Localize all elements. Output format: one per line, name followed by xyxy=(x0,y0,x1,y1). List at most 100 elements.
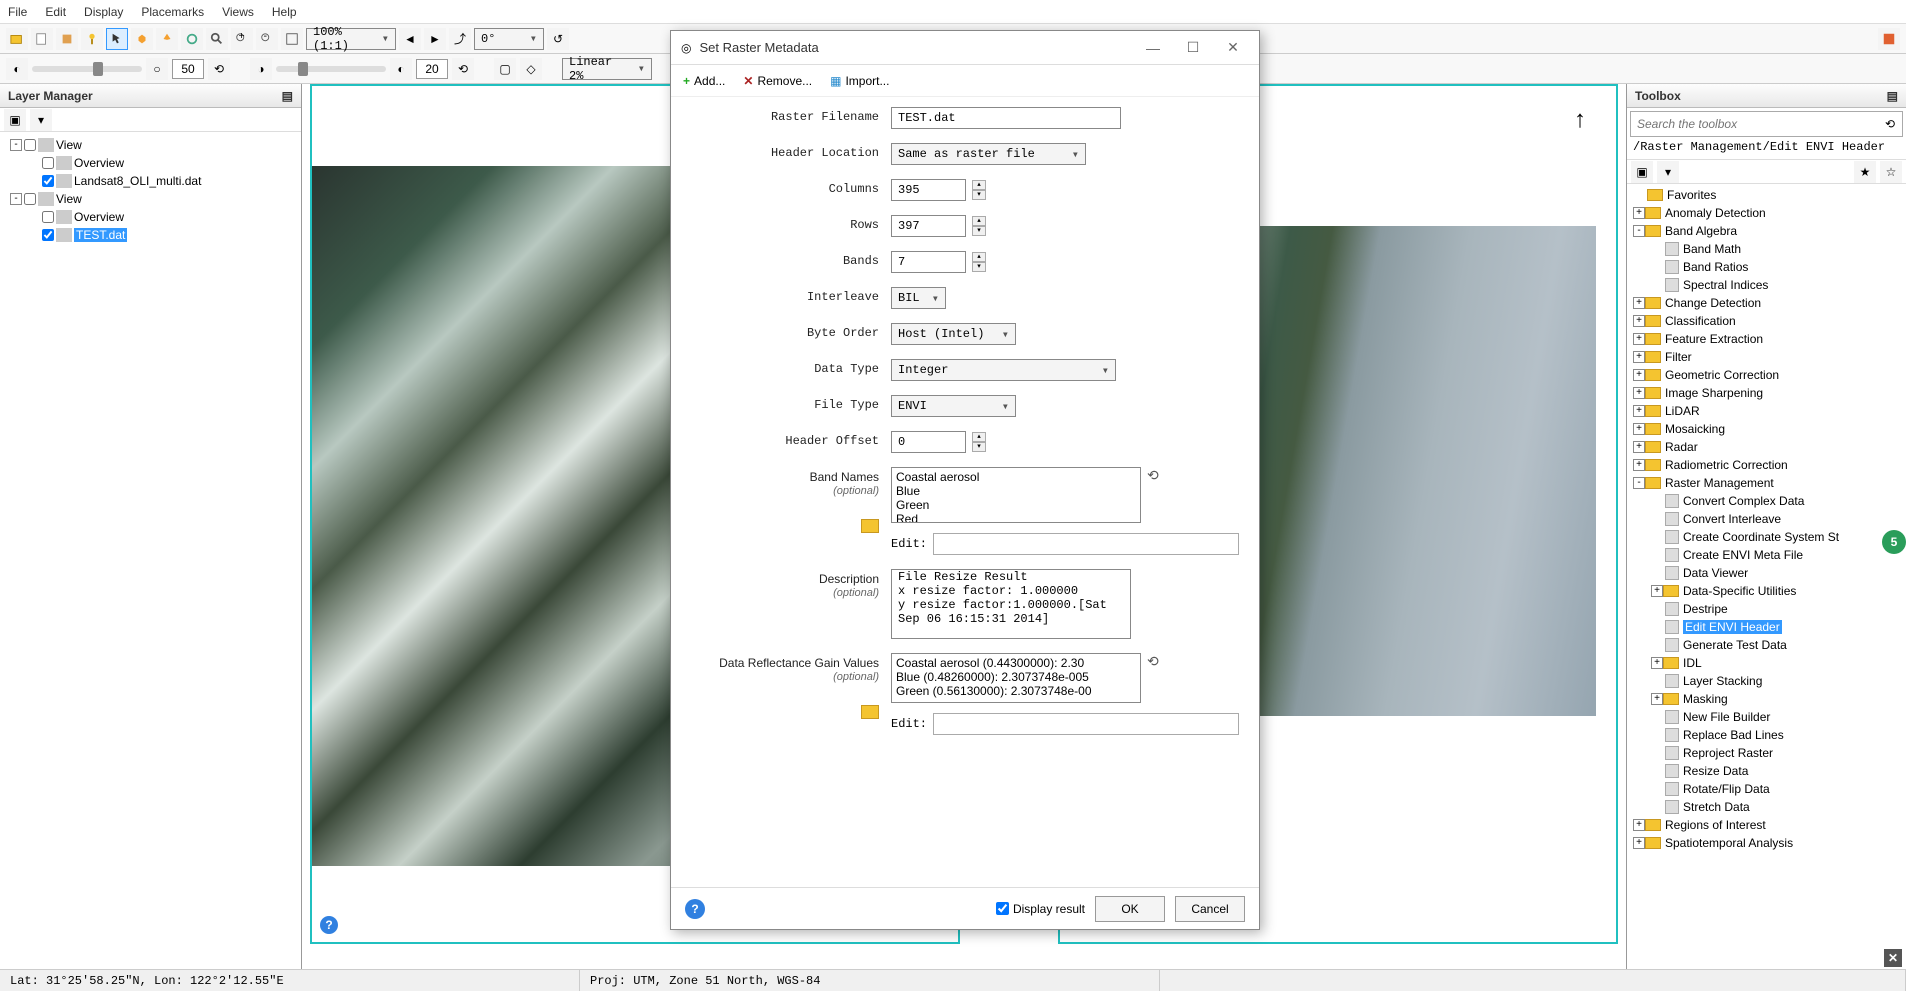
corner-close-icon[interactable]: ✕ xyxy=(1884,949,1902,967)
rows-spinner[interactable]: ▴▾ xyxy=(972,216,986,236)
toolbox-item[interactable]: Resize Data xyxy=(1629,762,1904,780)
zoom-select[interactable]: 100% (1:1) xyxy=(306,28,396,50)
extent-icon[interactable]: ▢ xyxy=(494,58,516,80)
band-names-list[interactable]: Coastal aerosolBlueGreenRed xyxy=(891,467,1141,523)
tree-row[interactable]: Landsat8_OLI_multi.dat xyxy=(4,172,297,190)
header-offset-spinner[interactable]: ▴▾ xyxy=(972,432,986,452)
toolbox-item[interactable]: +LiDAR xyxy=(1629,402,1904,420)
header-offset-input[interactable] xyxy=(891,431,966,453)
help-icon[interactable]: ? xyxy=(320,916,338,934)
contrast-value[interactable] xyxy=(416,59,448,79)
menu-placemarks[interactable]: Placemarks xyxy=(141,5,204,19)
search-go-icon[interactable]: ⟲ xyxy=(1878,112,1902,136)
band-names-open-icon[interactable] xyxy=(861,519,879,533)
zoom-extent-icon[interactable] xyxy=(281,28,303,50)
toolbox-item[interactable]: Band Math xyxy=(1629,240,1904,258)
toolbox-item[interactable]: Favorites xyxy=(1629,186,1904,204)
columns-spinner[interactable]: ▴▾ xyxy=(972,180,986,200)
north-up-icon[interactable]: ⤴ xyxy=(449,28,471,50)
full-extent-icon[interactable]: ◇ xyxy=(520,58,542,80)
tree-row[interactable]: TEST.dat xyxy=(4,226,297,244)
band-names-edit-input[interactable] xyxy=(933,533,1239,555)
description-textarea[interactable] xyxy=(891,569,1131,639)
tbx-collapse-icon[interactable]: ▣ xyxy=(1631,161,1653,183)
select-icon[interactable] xyxy=(106,28,128,50)
fly-icon[interactable] xyxy=(156,28,178,50)
toolbox-item[interactable]: +Mosaicking xyxy=(1629,420,1904,438)
add-button[interactable]: +Add... xyxy=(683,74,725,88)
raster-filename-input[interactable] xyxy=(891,107,1121,129)
lm-collapse-icon[interactable]: ▣ xyxy=(4,109,26,131)
contrast-reset-icon[interactable]: ⟲ xyxy=(452,58,474,80)
import-button[interactable]: ▦Import... xyxy=(830,74,889,88)
menu-help[interactable]: Help xyxy=(272,5,297,19)
toolbox-item[interactable]: Data Viewer xyxy=(1629,564,1904,582)
rotate-icon[interactable] xyxy=(181,28,203,50)
toolbox-item[interactable]: +Change Detection xyxy=(1629,294,1904,312)
reset-rotation-icon[interactable]: ↺ xyxy=(547,28,569,50)
toolbox-item[interactable]: Stretch Data xyxy=(1629,798,1904,816)
remove-button[interactable]: ✕Remove... xyxy=(743,74,812,88)
tbx-fav-icon[interactable]: ★ xyxy=(1854,161,1876,183)
tree-row[interactable]: -View xyxy=(4,190,297,208)
lm-menu2-icon[interactable]: ▾ xyxy=(30,109,52,131)
toolbox-item[interactable]: +Feature Extraction xyxy=(1629,330,1904,348)
toolbox-item[interactable]: -Raster Management xyxy=(1629,474,1904,492)
toolbox-collapse-icon[interactable]: ▤ xyxy=(1887,89,1898,103)
zoom-prev-icon[interactable]: ◄ xyxy=(399,28,421,50)
rotation-select[interactable]: 0° xyxy=(474,28,544,50)
pan-icon[interactable] xyxy=(131,28,153,50)
toolbox-item[interactable]: Reproject Raster xyxy=(1629,744,1904,762)
menu-file[interactable]: File xyxy=(8,5,27,19)
toolbox-item[interactable]: +Radiometric Correction xyxy=(1629,456,1904,474)
toolbox-item[interactable]: Band Ratios xyxy=(1629,258,1904,276)
toolbox-item[interactable]: Replace Bad Lines xyxy=(1629,726,1904,744)
toolbox-item[interactable]: +Image Sharpening xyxy=(1629,384,1904,402)
tbx-down-icon[interactable]: ▾ xyxy=(1657,161,1679,183)
app-icon[interactable] xyxy=(1878,28,1900,50)
brightness-value[interactable] xyxy=(172,59,204,79)
reflectance-list[interactable]: Coastal aerosol (0.44300000): 2.30Blue (… xyxy=(891,653,1141,703)
tbx-fav2-icon[interactable]: ☆ xyxy=(1880,161,1902,183)
toolbox-item[interactable]: +Spatiotemporal Analysis xyxy=(1629,834,1904,852)
lm-menu-icon[interactable]: ▤ xyxy=(282,89,293,103)
ok-button[interactable]: OK xyxy=(1095,896,1165,922)
toolbox-item[interactable]: New File Builder xyxy=(1629,708,1904,726)
maximize-button[interactable]: ☐ xyxy=(1177,36,1209,60)
tree-row[interactable]: Overview xyxy=(4,154,297,172)
toolbox-item[interactable]: +Anomaly Detection xyxy=(1629,204,1904,222)
toolbox-tree[interactable]: Favorites+Anomaly Detection-Band Algebra… xyxy=(1627,184,1906,969)
reflectance-refresh-icon[interactable]: ⟲ xyxy=(1147,653,1159,703)
contrast-slider[interactable] xyxy=(276,66,386,72)
zoom-out-icon[interactable]: - xyxy=(256,28,278,50)
close-button[interactable]: ✕ xyxy=(1217,36,1249,60)
bands-spinner[interactable]: ▴▾ xyxy=(972,252,986,272)
reflectance-edit-input[interactable] xyxy=(933,713,1239,735)
toolbox-item[interactable]: +Geometric Correction xyxy=(1629,366,1904,384)
reflectance-open-icon[interactable] xyxy=(861,705,879,719)
zoom-next-icon[interactable]: ► xyxy=(424,28,446,50)
open-icon[interactable] xyxy=(6,28,28,50)
tree-row[interactable]: -View xyxy=(4,136,297,154)
toolbox-item[interactable]: Convert Complex Data xyxy=(1629,492,1904,510)
menu-edit[interactable]: Edit xyxy=(45,5,66,19)
data-type-select[interactable]: Integer xyxy=(891,359,1116,381)
header-location-select[interactable]: Same as raster file xyxy=(891,143,1086,165)
file-type-select[interactable]: ENVI xyxy=(891,395,1016,417)
stretch-select[interactable]: Linear 2% xyxy=(562,58,652,80)
cancel-button[interactable]: Cancel xyxy=(1175,896,1245,922)
brightness-slider[interactable] xyxy=(32,66,142,72)
toolbox-item[interactable]: -Band Algebra xyxy=(1629,222,1904,240)
menu-display[interactable]: Display xyxy=(84,5,123,19)
toolbox-item[interactable]: Spectral Indices xyxy=(1629,276,1904,294)
minimize-button[interactable]: — xyxy=(1137,36,1169,60)
toolbox-item[interactable]: Convert Interleave xyxy=(1629,510,1904,528)
cursor-value-icon[interactable] xyxy=(81,28,103,50)
dialog-help-icon[interactable]: ? xyxy=(685,899,705,919)
toolbox-item[interactable]: +Radar xyxy=(1629,438,1904,456)
toolbox-item[interactable]: Create Coordinate System St xyxy=(1629,528,1904,546)
toolbox-item[interactable]: Rotate/Flip Data xyxy=(1629,780,1904,798)
notification-badge[interactable]: 5 xyxy=(1882,530,1906,554)
byte-order-select[interactable]: Host (Intel) xyxy=(891,323,1016,345)
toolbox-item[interactable]: +Data-Specific Utilities xyxy=(1629,582,1904,600)
